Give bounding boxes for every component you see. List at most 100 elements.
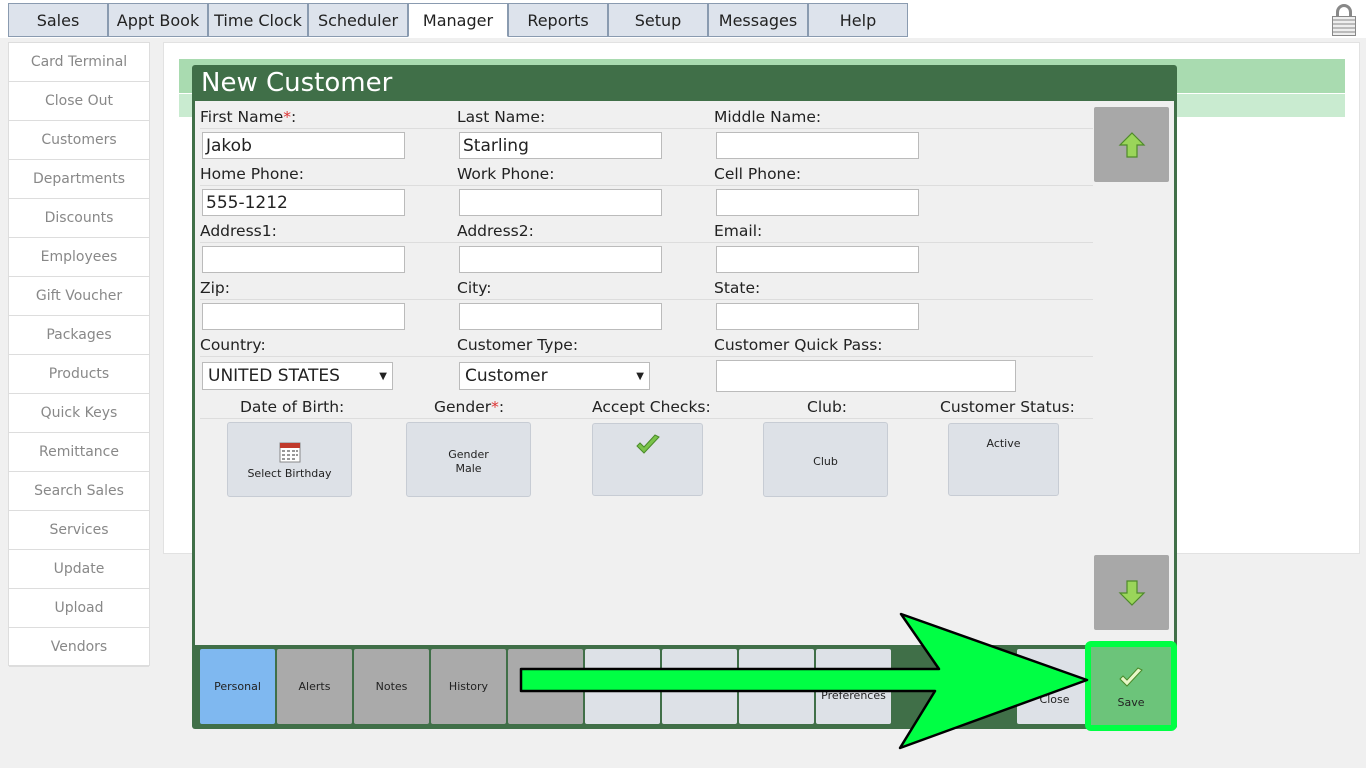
- dialog-body: First Name*: Last Name: Middle Name: Jak…: [195, 101, 1174, 645]
- work-phone-label: Work Phone:: [457, 165, 555, 183]
- dropdown-arrow-icon: ▼: [379, 371, 387, 382]
- tab-personal[interactable]: Personal: [200, 649, 275, 724]
- sidebar-item-products[interactable]: Products: [9, 355, 149, 394]
- tab-hidden-1[interactable]: [508, 649, 583, 724]
- accept-checks-label: Accept Checks:: [592, 398, 711, 416]
- close-icon: [1045, 671, 1065, 685]
- scroll-up-button[interactable]: [1094, 107, 1169, 182]
- address1-label: Address1:: [200, 222, 277, 240]
- checkmark-icon: [636, 434, 660, 454]
- sidebar-item-card-terminal[interactable]: Card Terminal: [9, 43, 149, 82]
- sidebar-item-departments[interactable]: Departments: [9, 160, 149, 199]
- email-input[interactable]: [716, 246, 919, 273]
- arrow-down-icon: [1118, 580, 1146, 606]
- gender-label: Gender*:: [434, 398, 505, 416]
- close-button[interactable]: Close: [1017, 649, 1092, 724]
- club-button[interactable]: Club: [763, 422, 888, 497]
- sidebar-item-employees[interactable]: Employees: [9, 238, 149, 277]
- sidebar-item-close-out[interactable]: Close Out: [9, 82, 149, 121]
- cell-phone-input[interactable]: [716, 189, 919, 216]
- cell-phone-label: Cell Phone:: [714, 165, 802, 183]
- middle-name-input[interactable]: [716, 132, 919, 159]
- dialog-title: New Customer: [201, 68, 393, 98]
- tab-preferences-label: Preferences: [821, 689, 886, 702]
- arrow-up-icon: [1118, 132, 1146, 158]
- gender-button-title: Gender: [448, 448, 489, 461]
- customer-type-select-value: Customer: [465, 366, 548, 386]
- customer-status-button[interactable]: Active: [948, 423, 1059, 496]
- zip-input[interactable]: [202, 303, 405, 330]
- tab-personal-label: Personal: [214, 680, 261, 693]
- country-label: Country:: [200, 336, 266, 354]
- work-phone-input[interactable]: [459, 189, 662, 216]
- state-label: State:: [714, 279, 761, 297]
- tab-setup[interactable]: Setup: [608, 3, 708, 37]
- accept-checks-toggle[interactable]: [592, 423, 703, 496]
- home-phone-input[interactable]: 555-1212: [202, 189, 405, 216]
- tab-sales[interactable]: Sales: [8, 3, 108, 37]
- tab-blank-3[interactable]: [739, 649, 814, 724]
- country-select-value: UNITED STATES: [208, 366, 340, 386]
- address2-input[interactable]: [459, 246, 662, 273]
- save-button[interactable]: Save: [1085, 641, 1177, 731]
- new-customer-dialog: New Customer First Name*: Last Name: Mid…: [192, 65, 1177, 731]
- customer-type-label: Customer Type:: [457, 336, 579, 354]
- select-birthday-button[interactable]: Select Birthday: [227, 422, 352, 497]
- last-name-label: Last Name:: [457, 108, 546, 126]
- select-birthday-label: Select Birthday: [247, 467, 332, 480]
- address1-input[interactable]: [202, 246, 405, 273]
- tab-appt-book[interactable]: Appt Book: [108, 3, 208, 37]
- sidebar-item-remittance[interactable]: Remittance: [9, 433, 149, 472]
- sidebar-item-upload[interactable]: Upload: [9, 589, 149, 628]
- customer-status-label: Customer Status:: [940, 398, 1075, 416]
- last-name-input[interactable]: Starling: [459, 132, 662, 159]
- customer-status-value: Active: [986, 437, 1021, 450]
- state-input[interactable]: [716, 303, 919, 330]
- close-button-label: Close: [1039, 693, 1070, 706]
- scroll-down-button[interactable]: [1094, 555, 1169, 630]
- sidebar-item-discounts[interactable]: Discounts: [9, 199, 149, 238]
- tab-help[interactable]: Help: [808, 3, 908, 37]
- calendar-icon: [279, 442, 301, 463]
- tab-scheduler[interactable]: Scheduler: [308, 3, 408, 37]
- lock-icon[interactable]: [1332, 4, 1356, 36]
- checkmark-icon: [1119, 667, 1143, 687]
- sidebar-item-services[interactable]: Services: [9, 511, 149, 550]
- gender-button[interactable]: Gender Male: [406, 422, 531, 497]
- quick-pass-input[interactable]: [716, 360, 1016, 392]
- save-button-label: Save: [1117, 696, 1145, 709]
- dob-label: Date of Birth:: [240, 398, 345, 416]
- tab-time-clock[interactable]: Time Clock: [208, 3, 308, 37]
- country-select[interactable]: UNITED STATES ▼: [202, 362, 393, 390]
- tab-notes[interactable]: Notes: [354, 649, 429, 724]
- middle-name-label: Middle Name:: [714, 108, 822, 126]
- top-nav: Sales Appt Book Time Clock Scheduler Man…: [0, 0, 1366, 38]
- tab-preferences[interactable]: Preferences: [816, 649, 891, 724]
- tab-alerts[interactable]: Alerts: [277, 649, 352, 724]
- quick-pass-label: Customer Quick Pass:: [714, 336, 883, 354]
- city-label: City:: [457, 279, 492, 297]
- tab-manager[interactable]: Manager: [408, 3, 508, 37]
- tab-notes-label: Notes: [375, 680, 408, 693]
- city-input[interactable]: [459, 303, 662, 330]
- gender-value: Male: [455, 462, 482, 475]
- sidebar-item-gift-voucher[interactable]: Gift Voucher: [9, 277, 149, 316]
- sidebar-item-customers[interactable]: Customers: [9, 121, 149, 160]
- email-label: Email:: [714, 222, 763, 240]
- sidebar-item-update[interactable]: Update: [9, 550, 149, 589]
- manager-sidebar: Card Terminal Close Out Customers Depart…: [8, 42, 150, 667]
- first-name-input[interactable]: Jakob: [202, 132, 405, 159]
- customer-type-select[interactable]: Customer ▼: [459, 362, 650, 390]
- club-button-label: Club: [813, 455, 838, 468]
- tab-reports[interactable]: Reports: [508, 3, 608, 37]
- sidebar-item-quick-keys[interactable]: Quick Keys: [9, 394, 149, 433]
- sidebar-item-search-sales[interactable]: Search Sales: [9, 472, 149, 511]
- sidebar-item-packages[interactable]: Packages: [9, 316, 149, 355]
- zip-label: Zip:: [200, 279, 230, 297]
- tab-blank-1[interactable]: [585, 649, 660, 724]
- tab-messages[interactable]: Messages: [708, 3, 808, 37]
- dropdown-arrow-icon: ▼: [636, 371, 644, 382]
- sidebar-item-vendors[interactable]: Vendors: [9, 628, 149, 667]
- tab-history[interactable]: History: [431, 649, 506, 724]
- tab-blank-2[interactable]: [662, 649, 737, 724]
